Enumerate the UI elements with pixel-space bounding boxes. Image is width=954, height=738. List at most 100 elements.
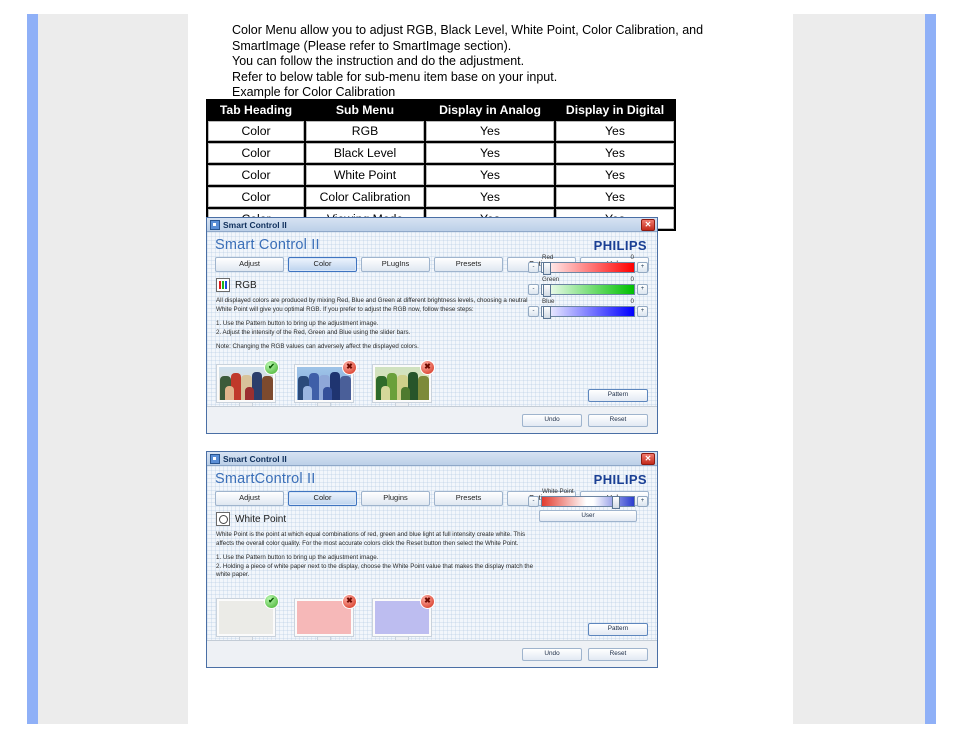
tab-presets[interactable]: Presets bbox=[434, 257, 503, 272]
red-decrement-button[interactable]: - bbox=[528, 262, 539, 273]
green-slider-label: Green bbox=[542, 276, 560, 283]
window1-titlebar[interactable]: Smart Control II ✕ bbox=[207, 218, 657, 232]
green-slider-block: Green 0 - + bbox=[528, 276, 648, 297]
window1-brand-row: Smart Control II PHILIPS bbox=[207, 232, 657, 253]
window2-titlebar[interactable]: Smart Control II ✕ bbox=[207, 452, 657, 466]
blue-slider-block: Blue 0 - + bbox=[528, 298, 648, 319]
blue-slider-value: 0 bbox=[630, 298, 634, 305]
white-point-slider-track[interactable] bbox=[541, 496, 635, 509]
blue-slider-label: Blue bbox=[542, 298, 555, 305]
blue-decrement-button[interactable]: - bbox=[528, 306, 539, 317]
white-point-increment-button[interactable]: + bbox=[637, 496, 648, 507]
sub-menu-table: Tab Heading Sub Menu Display in Analog D… bbox=[206, 99, 676, 231]
tab-adjust[interactable]: Adjust bbox=[215, 257, 284, 272]
white-point-slider-label: White Point bbox=[542, 488, 574, 495]
green-slider-thumb[interactable] bbox=[543, 284, 551, 297]
white-point-decrement-button[interactable]: - bbox=[528, 496, 539, 507]
cell-tab-heading: Color bbox=[208, 121, 304, 141]
pattern-button[interactable]: Pattern bbox=[588, 389, 648, 402]
tab-color[interactable]: Color bbox=[288, 257, 357, 272]
cell-digital: Yes bbox=[556, 143, 674, 163]
window2-body: SmartControl II PHILIPS Adjust Color Plu… bbox=[207, 466, 657, 667]
window2-app-title: SmartControl II bbox=[215, 471, 316, 487]
cell-digital: Yes bbox=[556, 165, 674, 185]
red-slider-thumb[interactable] bbox=[543, 262, 551, 275]
blue-slider-track[interactable] bbox=[541, 306, 635, 319]
red-slider-label: Red bbox=[542, 254, 554, 261]
red-slider-value: 0 bbox=[630, 254, 634, 261]
close-icon[interactable]: ✕ bbox=[641, 452, 655, 465]
tab-plugins[interactable]: Plugins bbox=[361, 491, 430, 506]
col-header-display-digital: Display in Digital bbox=[556, 101, 674, 119]
status-badge-ok: ✔ bbox=[264, 594, 279, 609]
philips-logo: PHILIPS bbox=[593, 471, 647, 487]
cell-tab-heading: Color bbox=[208, 143, 304, 163]
intro-line-3: You can follow the instruction and do th… bbox=[232, 54, 525, 69]
window2-step-1: 1. Use the Pattern button to bring up th… bbox=[216, 554, 379, 562]
white-point-slider-thumb[interactable] bbox=[612, 496, 620, 509]
cell-analog: Yes bbox=[426, 143, 554, 163]
cell-tab-heading: Color bbox=[208, 187, 304, 207]
window1-app-title: Smart Control II bbox=[215, 237, 320, 253]
green-decrement-button[interactable]: - bbox=[528, 284, 539, 295]
blue-increment-button[interactable]: + bbox=[637, 306, 648, 317]
tab-color[interactable]: Color bbox=[288, 491, 357, 506]
user-preset-button[interactable]: User bbox=[539, 510, 637, 522]
cell-digital: Yes bbox=[556, 121, 674, 141]
green-slider-track[interactable] bbox=[541, 284, 635, 297]
window2-description: White Point is the point at which equal … bbox=[207, 526, 536, 580]
status-badge-error: ✖ bbox=[342, 360, 357, 375]
tab-presets[interactable]: Presets bbox=[434, 491, 503, 506]
close-icon[interactable]: ✕ bbox=[641, 218, 655, 231]
table-row: Color White Point Yes Yes bbox=[208, 165, 674, 185]
white-point-icon bbox=[216, 512, 230, 526]
window2-paragraph-intro: White Point is the point at which equal … bbox=[216, 531, 526, 547]
window2-footer: Undo Reset bbox=[207, 640, 657, 667]
white-point-slider-group: White Point - + User bbox=[528, 488, 648, 522]
document-content: Color Menu allow you to adjust RGB, Blac… bbox=[188, 14, 793, 724]
window1-description: All displayed colors are produced by mix… bbox=[207, 292, 536, 352]
right-gutter bbox=[793, 14, 925, 724]
status-badge-error: ✖ bbox=[420, 360, 435, 375]
undo-button[interactable]: Undo bbox=[522, 414, 582, 427]
undo-button[interactable]: Undo bbox=[522, 648, 582, 661]
cell-sub-menu: Black Level bbox=[306, 143, 424, 163]
reset-button[interactable]: Reset bbox=[588, 414, 648, 427]
window1-paragraph-intro: All displayed colors are produced by mix… bbox=[216, 297, 528, 313]
intro-line-1: Color Menu allow you to adjust RGB, Blac… bbox=[232, 23, 704, 37]
smartcontrol-rgb-window[interactable]: Smart Control II ✕ Smart Control II PHIL… bbox=[206, 217, 658, 434]
window2-brand-row: SmartControl II PHILIPS bbox=[207, 466, 657, 487]
cell-analog: Yes bbox=[426, 187, 554, 207]
left-blue-rail bbox=[27, 14, 38, 724]
smartcontrol-whitepoint-window[interactable]: Smart Control II ✕ SmartControl II PHILI… bbox=[206, 451, 658, 668]
tab-adjust[interactable]: Adjust bbox=[215, 491, 284, 506]
col-header-display-analog: Display in Analog bbox=[426, 101, 554, 119]
table-header-row: Tab Heading Sub Menu Display in Analog D… bbox=[208, 101, 674, 119]
status-badge-error: ✖ bbox=[420, 594, 435, 609]
window1-title-text: Smart Control II bbox=[223, 219, 287, 230]
green-increment-button[interactable]: + bbox=[637, 284, 648, 295]
cell-analog: Yes bbox=[426, 121, 554, 141]
window1-step-1: 1. Use the Pattern button to bring up th… bbox=[216, 320, 379, 328]
reset-button[interactable]: Reset bbox=[588, 648, 648, 661]
intro-paragraph: Color Menu allow you to adjust RGB, Blac… bbox=[232, 23, 772, 101]
red-slider-track[interactable] bbox=[541, 262, 635, 275]
blue-slider-thumb[interactable] bbox=[543, 306, 551, 319]
window2-section-title: White Point bbox=[235, 513, 287, 525]
window2-title-text: Smart Control II bbox=[223, 453, 287, 464]
pattern-button[interactable]: Pattern bbox=[588, 623, 648, 636]
cell-sub-menu: RGB bbox=[306, 121, 424, 141]
red-increment-button[interactable]: + bbox=[637, 262, 648, 273]
intro-line-2: SmartImage (Please refer to SmartImage s… bbox=[232, 38, 512, 53]
red-slider-block: Red 0 - + bbox=[528, 254, 648, 275]
tab-plugins[interactable]: PLugIns bbox=[361, 257, 430, 272]
table-row: Color RGB Yes Yes bbox=[208, 121, 674, 141]
intro-line-4: Refer to below table for sub-menu item b… bbox=[232, 69, 558, 84]
window1-step-2: 2. Adjust the intensity of the Red, Gree… bbox=[216, 328, 411, 336]
col-header-sub-menu: Sub Menu bbox=[306, 101, 424, 119]
rgb-slider-group: Red 0 - + Green 0 - + Blue 0 - + bbox=[528, 254, 648, 320]
cell-digital: Yes bbox=[556, 187, 674, 207]
status-badge-ok: ✔ bbox=[264, 360, 279, 375]
window1-body: Smart Control II PHILIPS Adjust Color PL… bbox=[207, 232, 657, 433]
status-badge-error: ✖ bbox=[342, 594, 357, 609]
